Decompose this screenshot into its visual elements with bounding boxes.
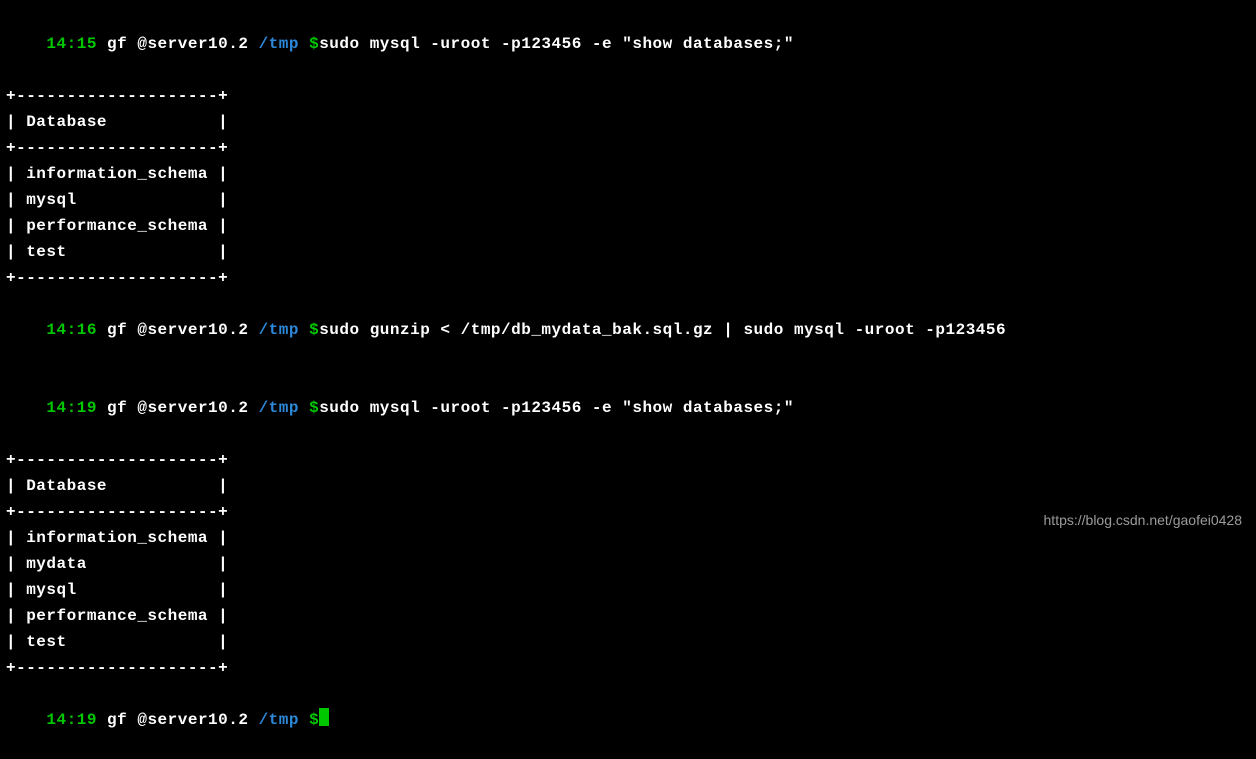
table-row: | performance_schema | xyxy=(6,603,1250,629)
table-sep: +--------------------+ xyxy=(6,83,1250,109)
cwd: /tmp xyxy=(259,321,299,339)
table-header: | Database | xyxy=(6,109,1250,135)
table-row: | performance_schema | xyxy=(6,213,1250,239)
user-host: gf @server10.2 xyxy=(107,321,248,339)
table-row: | mysql | xyxy=(6,187,1250,213)
watermark-text: https://blog.csdn.net/gaofei0428 xyxy=(1044,507,1242,533)
prompt-line-active[interactable]: 14:19 gf @server10.2 /tmp $ xyxy=(6,681,1250,759)
table-header: | Database | xyxy=(6,473,1250,499)
cwd: /tmp xyxy=(259,399,299,417)
timestamp: 14:19 xyxy=(46,711,97,729)
table-row: | information_schema | xyxy=(6,161,1250,187)
cwd: /tmp xyxy=(259,35,299,53)
command-text: sudo mysql -uroot -p123456 -e "show data… xyxy=(319,399,794,417)
terminal-output: 14:15 gf @server10.2 /tmp $sudo mysql -u… xyxy=(6,5,1250,759)
prompt-line[interactable]: 14:15 gf @server10.2 /tmp $sudo mysql -u… xyxy=(6,5,1250,83)
table-row: | mysql | xyxy=(6,577,1250,603)
cursor-icon xyxy=(319,708,329,726)
cwd: /tmp xyxy=(259,711,299,729)
prompt-sigil: $ xyxy=(309,35,319,53)
table-sep: +--------------------+ xyxy=(6,655,1250,681)
table-row: | test | xyxy=(6,239,1250,265)
table-sep: +--------------------+ xyxy=(6,265,1250,291)
user-host: gf @server10.2 xyxy=(107,399,248,417)
table-sep: +--------------------+ xyxy=(6,447,1250,473)
table-row: | mydata | xyxy=(6,551,1250,577)
user-host: gf @server10.2 xyxy=(107,35,248,53)
command-text: sudo mysql -uroot -p123456 -e "show data… xyxy=(319,35,794,53)
user-host: gf @server10.2 xyxy=(107,711,248,729)
timestamp: 14:19 xyxy=(46,399,97,417)
table-sep: +--------------------+ xyxy=(6,135,1250,161)
command-text: sudo gunzip < /tmp/db_mydata_bak.sql.gz … xyxy=(319,321,1006,339)
prompt-sigil: $ xyxy=(309,399,319,417)
prompt-sigil: $ xyxy=(309,321,319,339)
timestamp: 14:16 xyxy=(46,321,97,339)
prompt-sigil: $ xyxy=(309,711,319,729)
prompt-line[interactable]: 14:16 gf @server10.2 /tmp $sudo gunzip <… xyxy=(6,291,1250,369)
table-row: | test | xyxy=(6,629,1250,655)
prompt-line[interactable]: 14:19 gf @server10.2 /tmp $sudo mysql -u… xyxy=(6,369,1250,447)
timestamp: 14:15 xyxy=(46,35,97,53)
